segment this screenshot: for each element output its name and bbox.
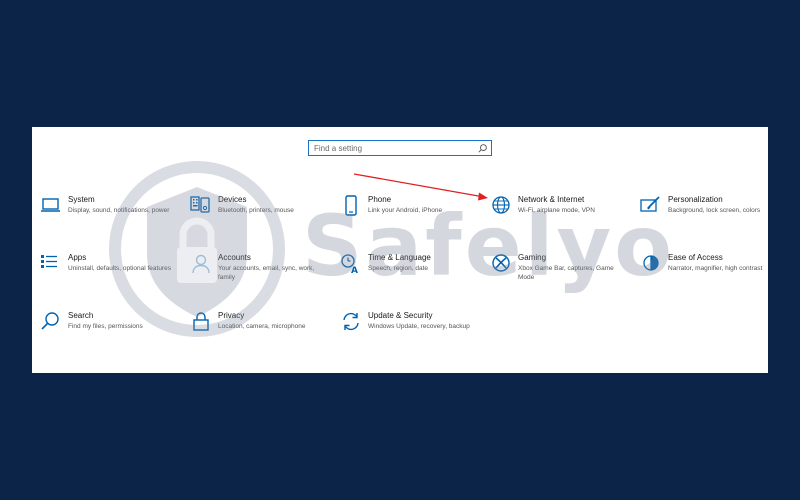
lock-icon (190, 311, 212, 333)
tile-title: Accounts (218, 253, 251, 262)
keyboard-icon (190, 195, 212, 217)
tile-description: Bluetooth, printers, mouse (218, 207, 294, 214)
tile-title: Network & Internet (518, 195, 585, 204)
settings-tile-gaming[interactable]: Gaming Xbox Game Bar, captures, Game Mod… (490, 253, 630, 293)
tile-title: Apps (68, 253, 87, 262)
settings-tile-accounts[interactable]: Accounts Your accounts, email, sync, wor… (190, 253, 330, 293)
tile-title: Search (68, 311, 94, 320)
settings-tile-ease-of-access[interactable]: Ease of Access Narrator, magnifier, high… (640, 253, 768, 293)
settings-tile-privacy[interactable]: Privacy Location, camera, microphone (190, 311, 330, 351)
ease-of-access-icon (640, 253, 662, 275)
settings-tile-system[interactable]: System Display, sound, notifications, po… (40, 195, 180, 235)
settings-tile-personalization[interactable]: Personalization Background, lock screen,… (640, 195, 768, 235)
tile-title: Personalization (668, 195, 723, 204)
settings-window: System Display, sound, notifications, po… (32, 127, 768, 373)
tile-title: Ease of Access (668, 253, 723, 262)
tile-description: Xbox Game Bar, captures, Game Mode (518, 265, 614, 281)
settings-tile-search[interactable]: Search Find my files, permissions (40, 311, 180, 351)
settings-tile-phone[interactable]: Phone Link your Android, iPhone (340, 195, 480, 235)
search-box[interactable] (308, 140, 492, 156)
settings-tile-devices[interactable]: Devices Bluetooth, printers, mouse (190, 195, 330, 235)
tile-description: Location, camera, microphone (218, 323, 306, 330)
settings-tile-update-security[interactable]: Update & Security Windows Update, recove… (340, 311, 480, 351)
tile-description: Link your Android, iPhone (368, 207, 443, 214)
magnifier-icon (40, 311, 62, 333)
tile-description: Windows Update, recovery, backup (368, 323, 470, 330)
settings-tile-time-language[interactable]: A Time & Language Speech, region, date (340, 253, 480, 293)
tile-title: Time & Language (368, 253, 431, 262)
tile-title: Privacy (218, 311, 245, 320)
globe-icon (490, 195, 512, 217)
svg-text:A: A (351, 266, 358, 275)
paint-icon (640, 195, 662, 217)
apps-list-icon (40, 253, 62, 275)
person-icon (190, 253, 212, 275)
tile-title: System (68, 195, 95, 204)
tile-description: Display, sound, notifications, power (68, 207, 170, 214)
search-icon[interactable] (477, 143, 488, 154)
phone-icon (340, 195, 362, 217)
tile-title: Phone (368, 195, 392, 204)
settings-tile-network[interactable]: Network & Internet Wi-Fi, airplane mode,… (490, 195, 630, 235)
tile-description: Find my files, permissions (68, 323, 143, 330)
search-input[interactable] (314, 142, 479, 154)
settings-tile-apps[interactable]: Apps Uninstall, defaults, optional featu… (40, 253, 180, 293)
tile-title: Gaming (518, 253, 547, 262)
tile-description: Narrator, magnifier, high contrast (668, 265, 763, 272)
xbox-icon (490, 253, 512, 275)
tile-title: Devices (218, 195, 247, 204)
tile-description: Your accounts, email, sync, work, family (218, 265, 315, 281)
laptop-icon (40, 195, 62, 217)
sync-icon (340, 311, 362, 333)
tile-description: Uninstall, defaults, optional features (68, 265, 171, 272)
tile-description: Wi-Fi, airplane mode, VPN (518, 207, 595, 214)
tile-title: Update & Security (368, 311, 433, 320)
tile-description: Speech, region, date (368, 265, 428, 272)
time-language-icon: A (340, 253, 362, 275)
tile-description: Background, lock screen, colors (668, 207, 761, 214)
